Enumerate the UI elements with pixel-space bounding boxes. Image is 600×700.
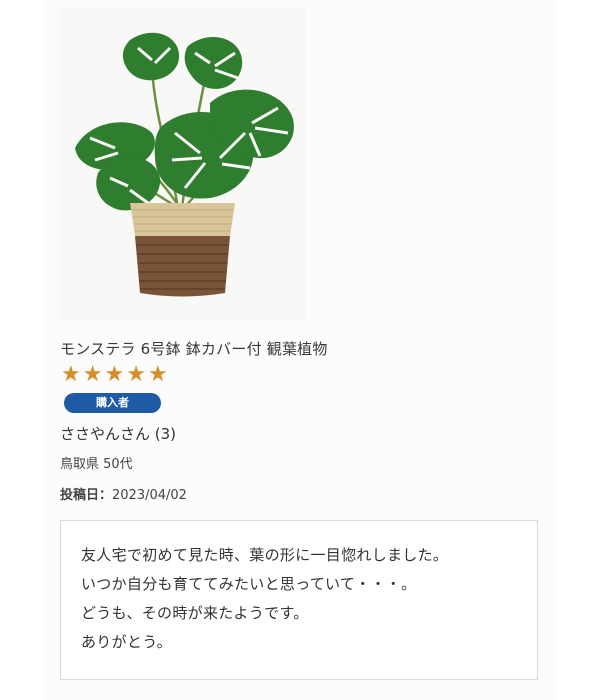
review-comment: 友人宅で初めて見た時、葉の形に一目惚れしました。 いつか自分も育ててみたいと思って… <box>60 520 538 680</box>
post-date-value: 2023/04/02 <box>112 488 187 503</box>
post-date: 投稿日：2023/04/02 <box>60 484 187 503</box>
star-icon: ★ <box>61 362 81 387</box>
product-name[interactable]: モンステラ 6号鉢 鉢カバー付 観葉植物 <box>60 338 328 359</box>
post-date-label: 投稿日： <box>60 488 113 503</box>
rating-stars: ★ ★ ★ ★ ★ <box>61 364 168 386</box>
comment-line: どうも、その時が来たようです。 <box>81 604 309 622</box>
monstera-plant-image <box>60 8 306 320</box>
star-icon: ★ <box>104 362 125 387</box>
product-image[interactable] <box>60 8 306 320</box>
comment-line: 友人宅で初めて見た時、葉の形に一目惚れしました。 <box>81 546 449 564</box>
purchaser-badge: 購入者 <box>64 393 161 413</box>
star-icon: ★ <box>147 362 168 387</box>
star-icon: ★ <box>82 362 103 387</box>
reviewer-region-age: 鳥取県 50代 <box>60 457 133 472</box>
comment-line: いつか自分も育ててみたいと思っていて・・・。 <box>81 575 417 593</box>
comment-line: ありがとう。 <box>81 633 172 651</box>
star-icon: ★ <box>126 362 146 387</box>
reviewer-nickname: ささやんさん (3) <box>60 425 177 443</box>
